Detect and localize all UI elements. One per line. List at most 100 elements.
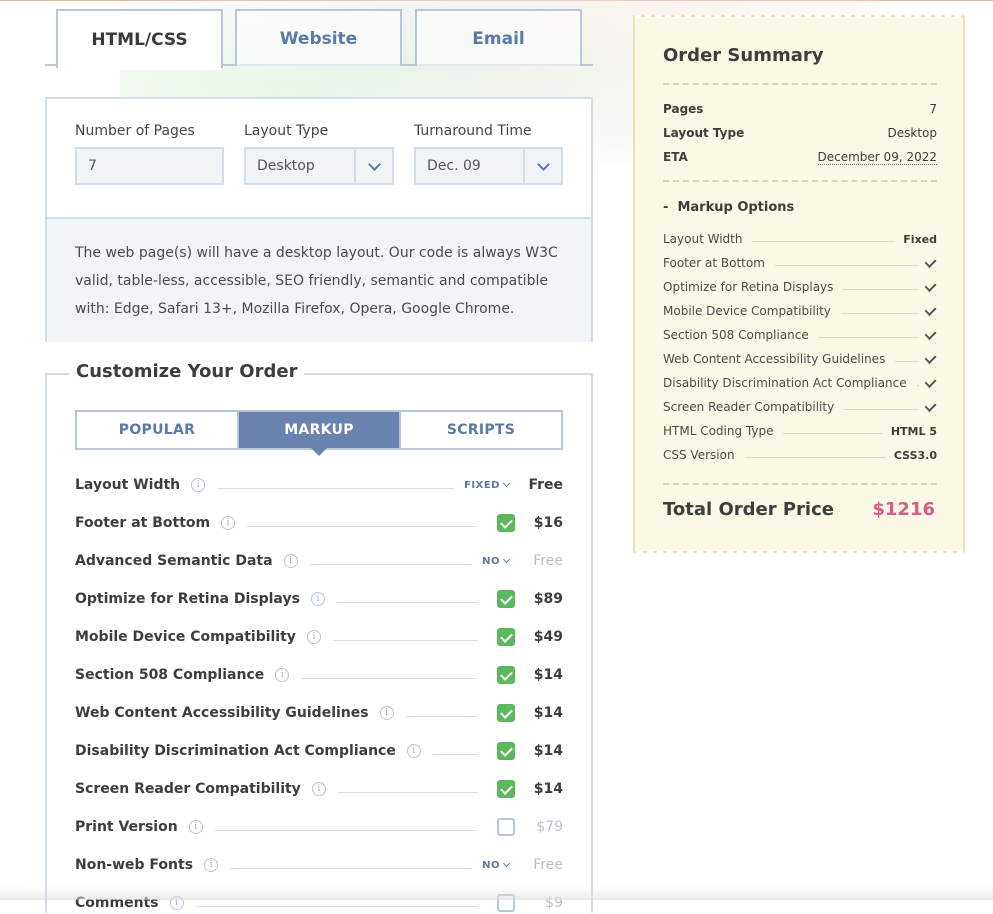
- option-label: Layout Width: [75, 477, 181, 493]
- info-icon[interactable]: i: [204, 858, 219, 872]
- info-icon[interactable]: i: [188, 820, 203, 834]
- option-checkbox[interactable]: [497, 628, 515, 646]
- option-price: $79: [536, 819, 563, 835]
- option-checkbox[interactable]: [497, 742, 515, 760]
- markup-options-toggle[interactable]: - Markup Options: [663, 200, 794, 215]
- option-dropdown-value: NO: [482, 859, 500, 871]
- order-summary: Order Summary Pages 7 Layout Type Deskto…: [633, 15, 965, 553]
- turnaround-select[interactable]: Dec. 09: [414, 147, 563, 185]
- tab-website[interactable]: Website: [235, 9, 402, 66]
- markup-summary-label: Disability Discrimination Act Compliance: [663, 376, 907, 390]
- order-config-panel: Number of Pages 7 Layout Type Desktop Tu…: [45, 97, 593, 342]
- leader-line: [752, 240, 896, 242]
- option-dropdown[interactable]: NO: [482, 556, 525, 567]
- option-checkbox[interactable]: [497, 514, 515, 532]
- dashed-divider: [663, 180, 937, 182]
- option-dropdown[interactable]: NO: [482, 860, 525, 871]
- option-price: $14: [533, 781, 563, 797]
- option-price: $9: [545, 895, 563, 911]
- option-row: Footer at Bottom i $16: [75, 512, 563, 534]
- info-icon[interactable]: i: [169, 896, 184, 910]
- markup-summary-row: Layout Width Fixed: [663, 231, 937, 247]
- pages-input[interactable]: 7: [75, 147, 224, 185]
- option-price: $89: [533, 591, 563, 607]
- info-icon[interactable]: i: [379, 706, 394, 720]
- option-row: Web Content Accessibility Guidelines i $14: [75, 702, 563, 724]
- chevron-down-icon[interactable]: [523, 149, 561, 183]
- check-icon: [924, 399, 937, 412]
- option-checkbox-wrap: [487, 666, 525, 684]
- leader-line: [336, 601, 477, 603]
- leader-line: [895, 360, 919, 362]
- subtab-popular[interactable]: POPULAR: [77, 412, 237, 448]
- option-checkbox-wrap: [487, 894, 525, 912]
- tab-html-css[interactable]: HTML/CSS: [56, 9, 223, 70]
- info-icon[interactable]: i: [283, 554, 298, 568]
- markup-summary-label: Optimize for Retina Displays: [663, 280, 834, 294]
- option-checkbox[interactable]: [497, 818, 515, 836]
- markup-summary-label: CSS Version: [663, 448, 735, 462]
- summary-pages-label: Pages: [663, 102, 704, 116]
- markup-summary-row: Screen Reader Compatibility: [663, 399, 937, 415]
- option-dropdown-value: FIXED: [464, 479, 500, 491]
- customize-title: Customize Your Order: [69, 361, 305, 382]
- chevron-down-icon: [502, 479, 511, 488]
- info-icon[interactable]: i: [406, 744, 421, 758]
- leader-line: [230, 867, 473, 869]
- markup-summary-label: Screen Reader Compatibility: [663, 400, 835, 414]
- tab-email[interactable]: Email: [415, 9, 582, 66]
- option-label: Advanced Semantic Data: [75, 553, 273, 569]
- option-checkbox[interactable]: [497, 894, 515, 912]
- info-icon[interactable]: i: [221, 516, 236, 530]
- markup-summary-row: Footer at Bottom: [663, 255, 937, 271]
- subtab-scripts[interactable]: SCRIPTS: [399, 412, 561, 448]
- markup-summary-row: Disability Discrimination Act Compliance: [663, 375, 937, 391]
- collapse-icon[interactable]: -: [663, 200, 668, 215]
- leader-line: [217, 487, 455, 489]
- info-icon[interactable]: i: [310, 592, 325, 606]
- leader-line: [818, 336, 919, 338]
- option-price: $14: [533, 667, 563, 683]
- layout-type-label: Layout Type: [244, 123, 329, 139]
- info-icon[interactable]: i: [306, 630, 321, 644]
- info-icon[interactable]: i: [275, 668, 290, 682]
- leader-line: [405, 715, 477, 717]
- option-price: Free: [528, 477, 563, 493]
- layout-type-select[interactable]: Desktop: [244, 147, 394, 185]
- dashed-divider: [663, 483, 937, 485]
- chevron-down-icon[interactable]: [354, 149, 392, 183]
- leader-line: [432, 753, 477, 755]
- option-label: Non-web Fonts: [75, 857, 194, 873]
- info-icon[interactable]: i: [191, 478, 206, 492]
- option-checkbox[interactable]: [497, 666, 515, 684]
- summary-pages-row: Pages 7: [663, 102, 937, 116]
- leader-line: [774, 264, 919, 266]
- markup-summary-row: Section 508 Compliance: [663, 327, 937, 343]
- leader-line: [844, 408, 919, 410]
- option-checkbox[interactable]: [497, 704, 515, 722]
- info-icon[interactable]: i: [311, 782, 326, 796]
- option-label: Print Version: [75, 819, 178, 835]
- option-price: $16: [533, 515, 563, 531]
- option-row: Optimize for Retina Displays i $89: [75, 588, 563, 610]
- option-dropdown[interactable]: FIXED: [464, 480, 525, 491]
- option-checkbox[interactable]: [497, 780, 515, 798]
- markup-summary-row: Optimize for Retina Displays: [663, 279, 937, 295]
- option-label: Optimize for Retina Displays: [75, 591, 300, 607]
- total-price-label: Total Order Price: [663, 499, 834, 520]
- leader-line: [916, 384, 919, 386]
- leader-line: [744, 456, 886, 458]
- subtab-markup[interactable]: MARKUP: [237, 412, 399, 456]
- option-label: Web Content Accessibility Guidelines: [75, 705, 369, 721]
- leader-line: [214, 829, 477, 831]
- option-checkbox-wrap: [487, 704, 525, 722]
- check-icon: [924, 327, 937, 340]
- summary-eta-label: ETA: [663, 150, 688, 164]
- check-icon: [924, 279, 937, 292]
- option-row: Layout Width i FIXED Free: [75, 474, 563, 496]
- leader-line: [840, 312, 919, 314]
- option-checkbox[interactable]: [497, 590, 515, 608]
- option-row: Section 508 Compliance i $14: [75, 664, 563, 686]
- total-price-value: $1216: [872, 499, 935, 520]
- option-price: $49: [533, 629, 563, 645]
